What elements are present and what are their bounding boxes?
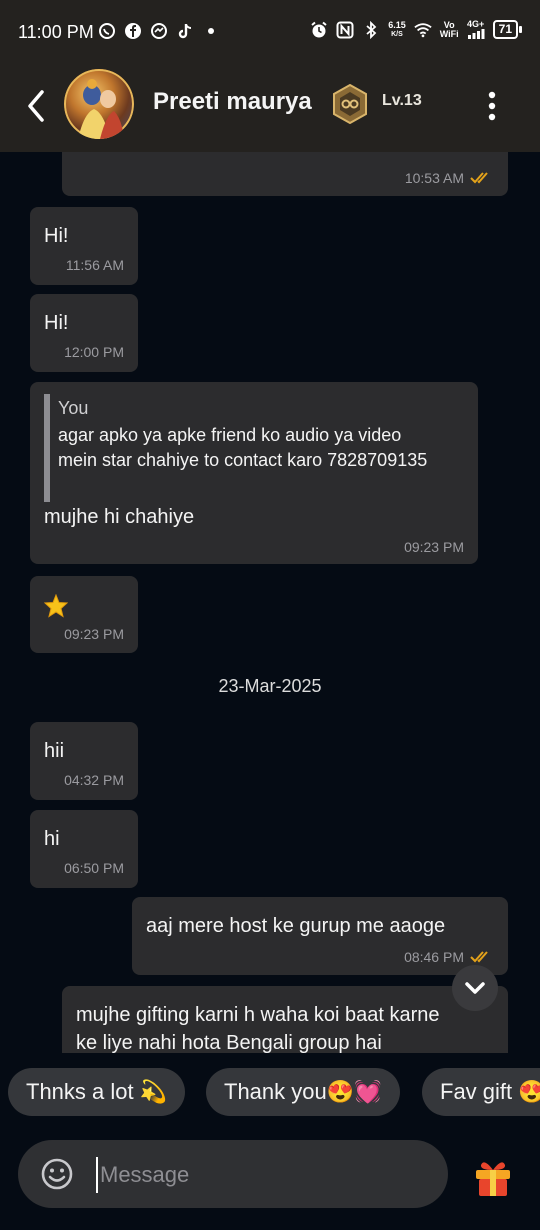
message-list[interactable]: 7828709135 10:53 AM Hi! 11:56 AM Hi! 12:… bbox=[0, 152, 540, 1053]
battery-indicator: 71 bbox=[492, 20, 523, 39]
message-time: 11:56 AM bbox=[65, 257, 124, 273]
signal-bars-icon bbox=[467, 29, 485, 39]
message-text-line: mujhe gifting karni h waha koi baat karn… bbox=[76, 1004, 440, 1026]
chat-header: Preeti maurya Lv.13 bbox=[0, 64, 540, 152]
message-text: Hi! bbox=[44, 312, 69, 334]
more-options-icon[interactable] bbox=[482, 86, 502, 126]
message-bubble-incoming[interactable]: hi 06:50 PM bbox=[30, 810, 138, 888]
message-bubble-outgoing[interactable]: 7828709135 10:53 AM bbox=[62, 152, 508, 196]
message-time: 04:32 PM bbox=[64, 772, 124, 788]
nfc-icon bbox=[336, 21, 354, 39]
message-bubble-incoming[interactable]: Hi! 11:56 AM bbox=[30, 207, 138, 285]
notification-icons bbox=[98, 22, 220, 40]
whatsapp-icon bbox=[98, 22, 116, 40]
message-time: 09:23 PM bbox=[64, 626, 124, 642]
message-text: aaj mere host ke gurup me aaoge bbox=[146, 915, 446, 937]
message-text: hii bbox=[44, 740, 65, 762]
message-time: 12:00 PM bbox=[64, 344, 124, 360]
signal-indicator: 4G+ bbox=[467, 20, 485, 39]
avatar[interactable] bbox=[64, 69, 134, 139]
message-text: Hi! bbox=[44, 225, 69, 247]
bluetooth-icon bbox=[362, 20, 380, 39]
dot-icon bbox=[202, 22, 220, 40]
message-text-line: ke liye nahi hota Bengali group hai bbox=[76, 1032, 382, 1053]
quote-author: You bbox=[58, 398, 89, 418]
read-receipt-icon bbox=[470, 172, 488, 184]
message-bubble-outgoing[interactable]: mujhe gifting karni h waha koi baat karn… bbox=[62, 986, 508, 1053]
message-time: 09:23 PM bbox=[404, 539, 464, 555]
quoted-message[interactable]: You agar apko ya apke friend ko audio ya… bbox=[44, 394, 478, 502]
message-bubble-incoming[interactable]: hii 04:32 PM bbox=[30, 722, 138, 800]
message-time: 10:53 AM bbox=[404, 170, 464, 186]
message-time: 06:50 PM bbox=[64, 860, 124, 876]
message-bubble-incoming[interactable]: 09:23 PM bbox=[30, 576, 138, 653]
star-emoji-icon bbox=[44, 594, 68, 618]
message-bubble-incoming[interactable]: Hi! 12:00 PM bbox=[30, 294, 138, 372]
scroll-to-bottom-button[interactable] bbox=[452, 965, 498, 1011]
message-bubble-incoming[interactable]: You agar apko ya apke friend ko audio ya… bbox=[30, 382, 478, 564]
system-icons: 6.15 K/S Vo WiFi 4G+ 71 bbox=[310, 19, 523, 39]
messenger-icon bbox=[150, 22, 168, 40]
alarm-icon bbox=[310, 21, 328, 39]
wifi-icon bbox=[414, 21, 432, 39]
status-bar: 11:00 PM 6.15 K/S Vo WiFi 4G+ 71 bbox=[0, 0, 540, 64]
quote-text-line: mein star chahiye to contact karo 782870… bbox=[58, 450, 428, 470]
status-time: 11:00 PM bbox=[18, 22, 94, 42]
gift-icon[interactable] bbox=[472, 1156, 514, 1198]
message-text: 7828709135 bbox=[76, 152, 187, 157]
vowifi-indicator: Vo WiFi bbox=[439, 19, 459, 39]
quick-reply-chip[interactable]: Fav gift 😍 bbox=[422, 1068, 540, 1116]
message-text: hi bbox=[44, 828, 60, 850]
chevron-down-icon bbox=[465, 982, 485, 994]
quote-text-line: agar apko ya apke friend ko audio ya vid… bbox=[58, 425, 402, 445]
facebook-icon bbox=[124, 22, 142, 40]
contact-name[interactable]: Preeti maurya bbox=[153, 88, 312, 116]
network-speed: 6.15 K/S bbox=[388, 19, 406, 38]
quick-reply-chip[interactable]: Thank you😍💓 bbox=[206, 1068, 400, 1116]
emoji-icon[interactable] bbox=[40, 1157, 74, 1191]
quick-reply-chip[interactable]: Thnks a lot 💫 bbox=[8, 1068, 186, 1116]
read-receipt-icon bbox=[470, 951, 488, 963]
tiktok-icon bbox=[176, 22, 194, 40]
back-arrow-icon[interactable] bbox=[22, 86, 52, 126]
message-composer bbox=[18, 1140, 448, 1208]
level-badge-icon bbox=[333, 84, 367, 124]
date-separator: 23-Mar-2025 bbox=[218, 676, 322, 696]
message-time: 08:46 PM bbox=[404, 949, 464, 965]
message-text: mujhe hi chahiye bbox=[44, 506, 195, 528]
quick-replies: Thnks a lot 💫 Thank you😍💓 Fav gift 😍 bbox=[0, 1068, 540, 1118]
message-bubble-outgoing[interactable]: aaj mere host ke gurup me aaoge 08:46 PM bbox=[132, 897, 508, 975]
level-label: Lv.13 bbox=[382, 92, 422, 109]
message-input[interactable] bbox=[98, 1154, 422, 1196]
